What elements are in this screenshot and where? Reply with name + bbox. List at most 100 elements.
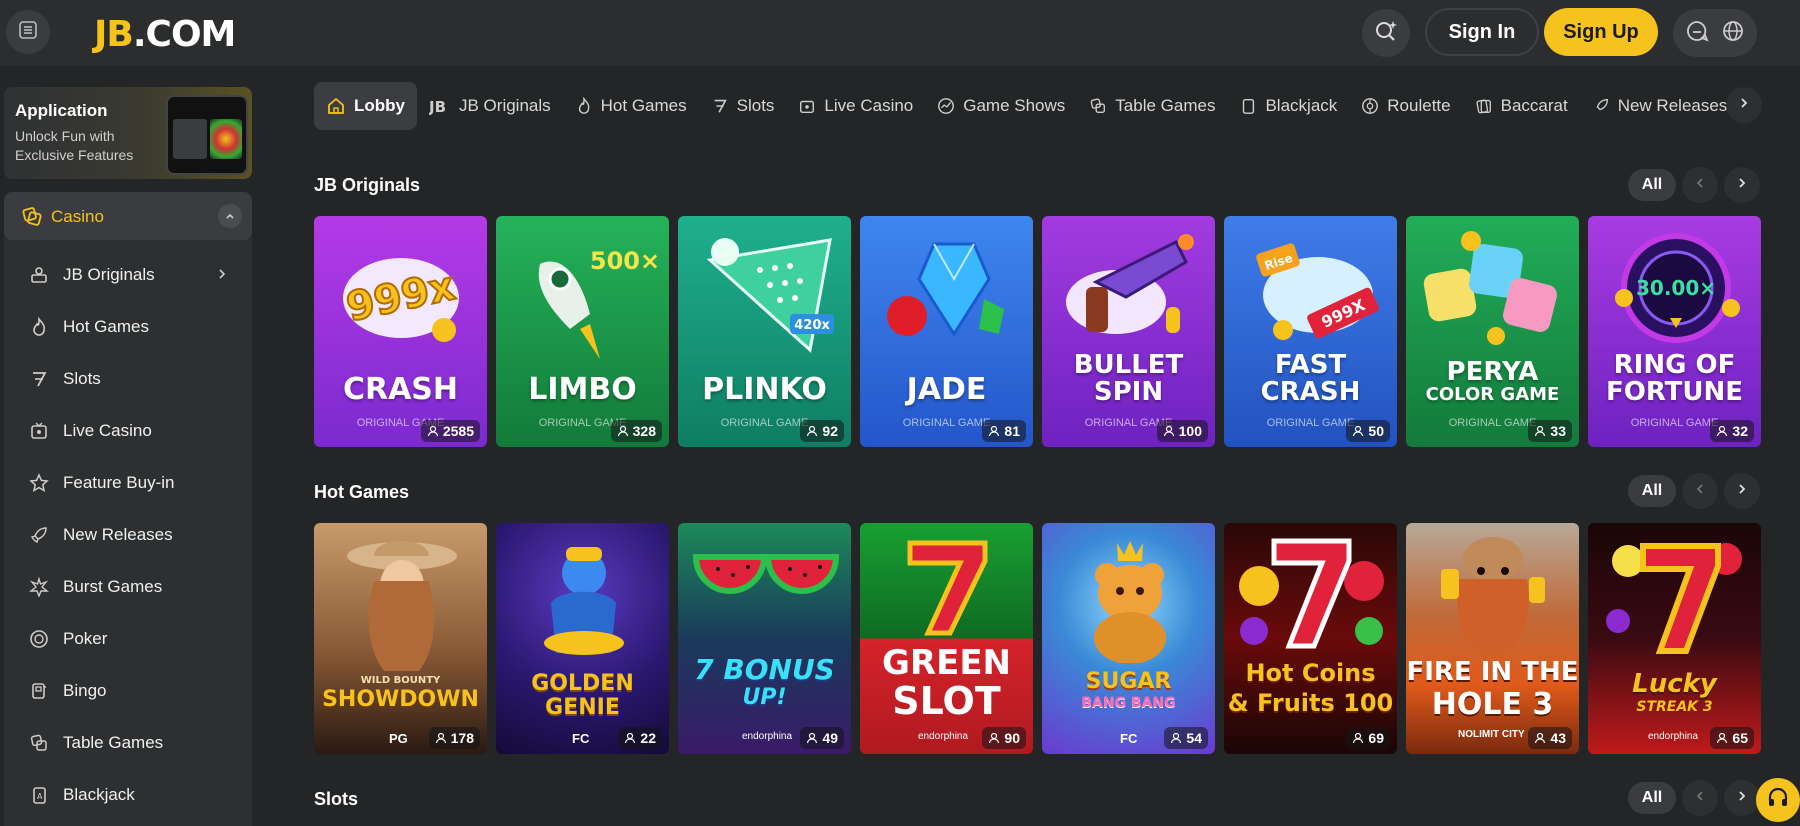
game-title: Lucky: [1632, 669, 1717, 699]
game-card[interactable]: FIRE IN THE HOLE 3 NOLIMIT CITY 43: [1406, 523, 1579, 754]
originals-icon: [28, 264, 50, 286]
user-icon: [989, 732, 1000, 744]
tab-table-games[interactable]: Table Games: [1077, 82, 1227, 130]
game-card[interactable]: 999x CRASH ORIGINAL GAME 2585: [314, 216, 487, 447]
slots-next-button[interactable]: [1724, 780, 1760, 816]
user-icon: [427, 425, 438, 437]
game-card[interactable]: 7 BONUS UP! endorphina 49: [678, 523, 851, 754]
seven-art: [900, 533, 995, 638]
search-button[interactable]: [1362, 9, 1410, 57]
sidebar-item-blackjack[interactable]: A Blackjack: [20, 775, 240, 815]
tab-new-releases[interactable]: New Releases: [1580, 82, 1740, 130]
sidebar-item-slots[interactable]: Slots: [20, 359, 240, 399]
casino-icon: [20, 205, 42, 232]
fortune-wheel-art: 30.00×: [1606, 228, 1746, 348]
studio-logo: FC: [572, 731, 590, 746]
sidebar-item-table-games[interactable]: Table Games: [20, 723, 240, 763]
game-card[interactable]: SUGAR BANG BANG FC 54: [1042, 523, 1215, 754]
game-title-line2: UP!: [742, 685, 787, 710]
sidebar-item-label: Hot Games: [63, 317, 149, 336]
game-show-icon: [938, 98, 955, 114]
game-card[interactable]: JADE ORIGINAL GAME 81: [860, 216, 1033, 447]
originals-prev-button[interactable]: [1682, 167, 1718, 203]
user-icon: [435, 732, 446, 744]
studio-logo: NOLIMIT CITY: [1458, 729, 1525, 740]
player-count-badge: 81: [982, 420, 1026, 442]
tab-label: Roulette: [1387, 96, 1451, 115]
slots-all-button[interactable]: All: [1628, 782, 1676, 814]
tab-hot-games[interactable]: Hot Games: [563, 82, 699, 130]
sidebar-item-label: Feature Buy-in: [63, 473, 175, 492]
chevron-right-icon: [216, 267, 228, 285]
player-count-badge: 50: [1346, 420, 1390, 442]
tab-slots[interactable]: Slots: [699, 82, 787, 130]
tabs-scroll-right-button[interactable]: [1726, 87, 1762, 123]
game-title: CRASH: [342, 372, 459, 407]
tab-baccarat[interactable]: Baccarat: [1463, 82, 1580, 130]
chevron-left-icon: [1694, 176, 1706, 194]
site-logo[interactable]: JB.COM: [94, 14, 236, 55]
user-icon: [1535, 732, 1546, 744]
playing-card-icon: A: [28, 784, 50, 806]
player-count-badge: 90: [982, 727, 1026, 749]
game-card[interactable]: 420x PLINKO ORIGINAL GAME 92: [678, 216, 851, 447]
sign-in-button[interactable]: Sign In: [1425, 8, 1539, 56]
sidebar-item-feature-buy-in[interactable]: Feature Buy-in: [20, 463, 240, 503]
chevron-left-icon: [1694, 789, 1706, 807]
hot-games-prev-button[interactable]: [1682, 473, 1718, 509]
sidebar-item-hot-games[interactable]: Hot Games: [20, 307, 240, 347]
game-card[interactable]: Hot Coins & Fruits 100 69: [1224, 523, 1397, 754]
game-card[interactable]: PERYA COLOR GAME ORIGINAL GAME 33: [1406, 216, 1579, 447]
game-card[interactable]: Rise 999X FAST CRASH ORIGINAL GAME 50: [1224, 216, 1397, 447]
support-button[interactable]: [1756, 778, 1800, 822]
menu-button[interactable]: [6, 10, 50, 54]
game-card[interactable]: Lucky STREAK 3 endorphina 65: [1588, 523, 1761, 754]
originals-next-button[interactable]: [1724, 167, 1760, 203]
game-card[interactable]: BULLET SPIN ORIGINAL GAME 100: [1042, 216, 1215, 447]
tab-lobby[interactable]: Lobby: [314, 82, 417, 130]
hot-games-all-button[interactable]: All: [1628, 475, 1676, 507]
casino-category-header[interactable]: Casino: [4, 192, 252, 240]
headset-icon: [1766, 786, 1790, 815]
chevron-right-icon: [1736, 176, 1748, 194]
seven-icon: [714, 99, 727, 113]
game-title-line2: & Fruits 100: [1227, 689, 1394, 717]
tab-live-casino[interactable]: Live Casino: [786, 82, 925, 130]
game-card[interactable]: 30.00× RING OF FORTUNE ORIGINAL GAME 32: [1588, 216, 1761, 447]
sidebar-item-jb-originals[interactable]: JB Originals: [20, 255, 240, 295]
game-card[interactable]: 500× LIMBO ORIGINAL GAME 328: [496, 216, 669, 447]
chevron-up-icon[interactable]: [218, 204, 242, 228]
tab-label: Table Games: [1115, 96, 1216, 115]
user-icon: [807, 425, 818, 437]
slots-prev-button[interactable]: [1682, 780, 1718, 816]
hot-games-next-button[interactable]: [1724, 473, 1760, 509]
game-card[interactable]: GOLDEN GENIE FC 22: [496, 523, 669, 754]
tab-jb-originals[interactable]: JB JB Originals: [417, 82, 563, 130]
globe-icon[interactable]: [1721, 19, 1745, 48]
game-card[interactable]: WILD BOUNTY SHOWDOWN PG 178: [314, 523, 487, 754]
tab-label: JB Originals: [459, 96, 551, 115]
sidebar-item-bingo[interactable]: Bingo: [20, 671, 240, 711]
gummy-bear-art: [1072, 533, 1187, 664]
phone-illustration: [166, 95, 248, 175]
game-title: JADE: [906, 372, 987, 407]
sign-up-button[interactable]: Sign Up: [1544, 8, 1658, 56]
originals-all-button[interactable]: All: [1628, 169, 1676, 201]
burst-icon: [28, 576, 50, 598]
tab-blackjack[interactable]: Blackjack: [1227, 82, 1349, 130]
sidebar-item-live-casino[interactable]: Live Casino: [20, 411, 240, 451]
tab-roulette[interactable]: Roulette: [1349, 82, 1462, 130]
tab-label: Blackjack: [1265, 96, 1338, 115]
dwarf-miner-art: [1431, 529, 1556, 654]
game-title-line2: SPIN: [1093, 377, 1164, 407]
game-card[interactable]: GREEN SLOT endorphina 90: [860, 523, 1033, 754]
sidebar-item-new-releases[interactable]: New Releases: [20, 515, 240, 555]
sidebar-item-poker[interactable]: Poker: [20, 619, 240, 659]
chevron-right-icon: [1736, 789, 1748, 807]
chat-icon[interactable]: [1685, 19, 1709, 48]
sidebar-item-burst-games[interactable]: Burst Games: [20, 567, 240, 607]
app-promo-card[interactable]: Application Unlock Fun with Exclusive Fe…: [4, 87, 252, 179]
game-title: RING OF: [1613, 350, 1736, 380]
game-title-line2: SLOT: [892, 679, 1001, 723]
tab-game-shows[interactable]: Game Shows: [925, 82, 1077, 130]
